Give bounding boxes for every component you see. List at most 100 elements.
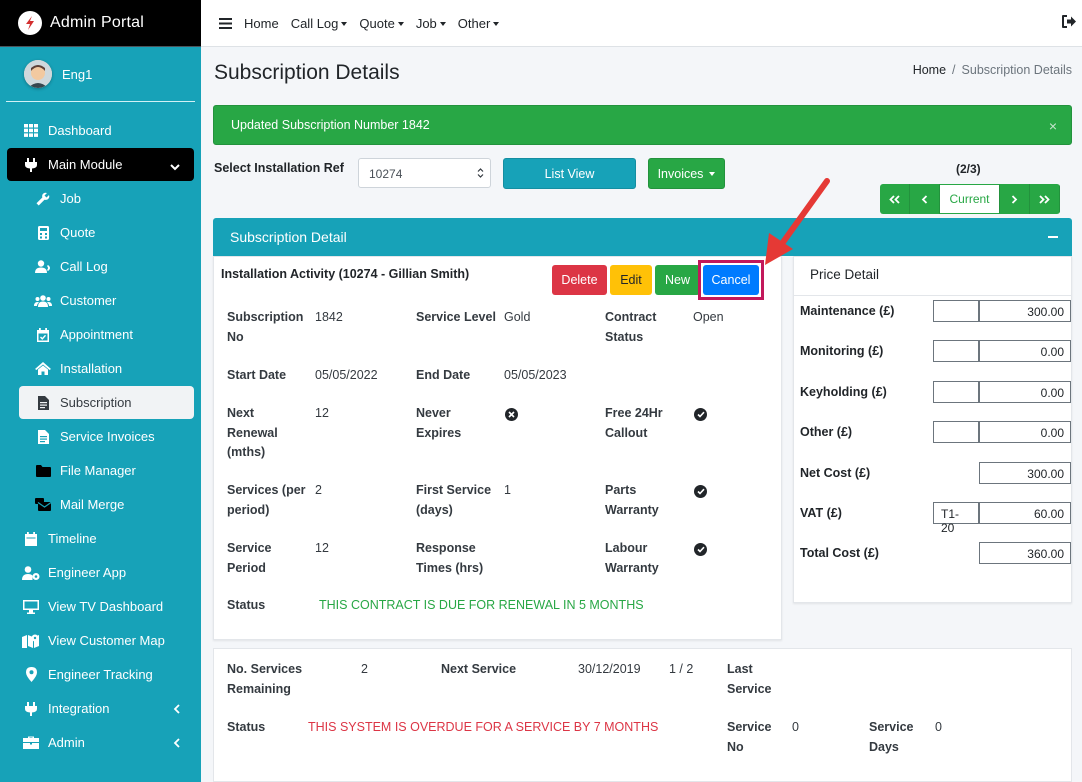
service-days-label: Service Days <box>869 720 914 754</box>
invoices-label: Invoices <box>657 166 704 181</box>
invoices-dropdown-button[interactable]: Invoices <box>648 158 725 189</box>
chevron-left-icon <box>173 702 180 717</box>
sidebar-item-main-module[interactable]: Main Module <box>7 148 194 181</box>
keyholding-label: Keyholding (£) <box>800 385 887 399</box>
nav-home-link[interactable]: Home <box>244 16 279 31</box>
sidebar-item-mail-merge[interactable]: Mail Merge <box>19 488 194 521</box>
vat-input[interactable]: 60.00 <box>979 502 1071 524</box>
nav-call-log-menu[interactable]: Call Log <box>291 16 348 31</box>
sidebar-item-subscription[interactable]: Subscription <box>19 386 194 419</box>
renewal-status-message: THIS CONTRACT IS DUE FOR RENEWAL IN 5 MO… <box>319 598 644 612</box>
keyholding-code-input[interactable] <box>933 381 979 403</box>
user-panel[interactable]: Eng1 <box>6 47 195 102</box>
sidebar-item-label: Installation <box>60 361 123 376</box>
maintenance-code-input[interactable] <box>933 300 979 322</box>
vat-code-input[interactable]: T1-20 <box>933 502 979 535</box>
sidebar-item-label: Job <box>60 191 81 206</box>
previous-record-button[interactable] <box>910 184 940 214</box>
caret-down-icon <box>439 22 446 27</box>
sidebar-item-view-customer-map[interactable]: View Customer Map <box>7 624 194 657</box>
avatar <box>24 60 52 88</box>
briefcase-icon <box>22 734 40 752</box>
sign-out-icon[interactable] <box>1062 15 1076 31</box>
new-button[interactable]: New <box>655 265 700 295</box>
sidebar-item-call-log[interactable]: Call Log <box>19 250 194 283</box>
sidebar-item-job[interactable]: Job <box>19 182 194 215</box>
collapse-icon[interactable] <box>1048 236 1058 238</box>
breadcrumb-home-link[interactable]: Home <box>913 63 946 77</box>
sidebar-item-label: Mail Merge <box>60 497 125 512</box>
start-date-label: Start Date <box>227 368 287 382</box>
file-icon <box>34 394 52 412</box>
sidebar-item-file-manager[interactable]: File Manager <box>19 454 194 487</box>
wrench-icon <box>34 190 52 208</box>
next-record-button[interactable] <box>1000 184 1030 214</box>
sidebar-item-label: Customer <box>60 293 117 308</box>
sidebar: Admin Portal Eng1 Dashboard Main Module … <box>0 0 201 782</box>
subscription-no-value: 1842 <box>315 310 343 324</box>
installation-ref-label: Select Installation Ref <box>214 161 344 175</box>
monitor-icon <box>22 598 40 616</box>
list-view-button[interactable]: List View <box>503 158 636 189</box>
sidebar-item-label: View Customer Map <box>48 633 165 648</box>
nav-job-label: Job <box>415 15 437 31</box>
other-code-input[interactable] <box>933 421 979 443</box>
subscription-detail-panel: Installation Activity (10274 - Gillian S… <box>213 256 782 640</box>
edit-button[interactable]: Edit <box>610 265 652 295</box>
sidebar-item-appointment[interactable]: Appointment <box>19 318 194 351</box>
delete-button[interactable]: Delete <box>552 265 607 295</box>
sidebar-item-engineer-app[interactable]: Engineer App <box>7 556 194 589</box>
last-record-button[interactable] <box>1030 184 1060 214</box>
monitoring-code-input[interactable] <box>933 340 979 362</box>
first-record-button[interactable] <box>880 184 910 214</box>
hamburger-icon[interactable] <box>219 17 232 29</box>
sidebar-item-installation[interactable]: Installation <box>19 352 194 385</box>
sidebar-item-engineer-tracking[interactable]: Engineer Tracking <box>7 658 194 691</box>
mail-merge-icon <box>34 496 52 514</box>
overdue-status-message: THIS SYSTEM IS OVERDUE FOR A SERVICE BY … <box>308 720 659 734</box>
sidebar-item-integration[interactable]: Integration <box>7 692 194 725</box>
sidebar-item-customer[interactable]: Customer <box>19 284 194 317</box>
caret-down-icon <box>709 171 716 176</box>
service-period-label: Service Period <box>227 541 272 575</box>
services-remaining-value: 2 <box>361 662 368 676</box>
nav-other-menu[interactable]: Other <box>458 16 500 31</box>
next-renewal-value: 12 <box>315 406 329 420</box>
first-service-value: 1 <box>504 483 511 497</box>
other-input[interactable]: 0.00 <box>979 421 1071 443</box>
maintenance-input[interactable]: 300.00 <box>979 300 1071 322</box>
record-pager: Current <box>880 184 1060 214</box>
nav-quote-menu[interactable]: Quote <box>359 16 404 31</box>
price-detail-panel: Price Detail Maintenance (£) 300.00 Moni… <box>793 256 1072 603</box>
next-service-value: 30/12/2019 <box>578 662 641 676</box>
sidebar-nav: Dashboard Main Module Job Quote Call Log… <box>0 114 201 759</box>
monitoring-input[interactable]: 0.00 <box>979 340 1071 362</box>
keyholding-input[interactable]: 0.00 <box>979 381 1071 403</box>
app-title: Admin Portal <box>50 14 144 31</box>
end-date-label: End Date <box>416 368 471 382</box>
nav-job-menu[interactable]: Job <box>416 16 446 31</box>
content-area: Subscription Details Home / Subscription D… <box>201 47 1082 782</box>
total-cost-input[interactable]: 360.00 <box>979 542 1071 564</box>
alert-close-button[interactable]: × <box>1049 118 1057 134</box>
sidebar-item-service-invoices[interactable]: Service Invoices <box>19 420 194 453</box>
installation-ref-select[interactable]: 10274 <box>358 158 491 188</box>
parts-warranty-label: Parts Warranty <box>605 483 659 517</box>
net-cost-label: Net Cost (£) <box>800 466 871 480</box>
sidebar-item-quote[interactable]: Quote <box>19 216 194 249</box>
sidebar-item-label: Engineer Tracking <box>48 667 153 682</box>
sidebar-item-label: Integration <box>48 701 110 716</box>
sidebar-item-dashboard[interactable]: Dashboard <box>7 114 194 147</box>
net-cost-input[interactable]: 300.00 <box>979 462 1071 484</box>
current-record-button[interactable]: Current <box>940 184 1000 214</box>
caret-down-icon <box>493 22 500 27</box>
sidebar-item-label: Timeline <box>48 531 97 546</box>
sidebar-item-admin[interactable]: Admin <box>7 726 194 759</box>
caret-down-icon <box>397 22 404 27</box>
never-expires-label: Never Expires <box>416 406 462 440</box>
brand[interactable]: Admin Portal <box>0 0 201 47</box>
x-circle-icon <box>505 408 518 421</box>
sidebar-item-timeline[interactable]: Timeline <box>7 522 194 555</box>
sidebar-item-view-tv-dashboard[interactable]: View TV Dashboard <box>7 590 194 623</box>
next-service-label: Next Service <box>441 662 517 676</box>
